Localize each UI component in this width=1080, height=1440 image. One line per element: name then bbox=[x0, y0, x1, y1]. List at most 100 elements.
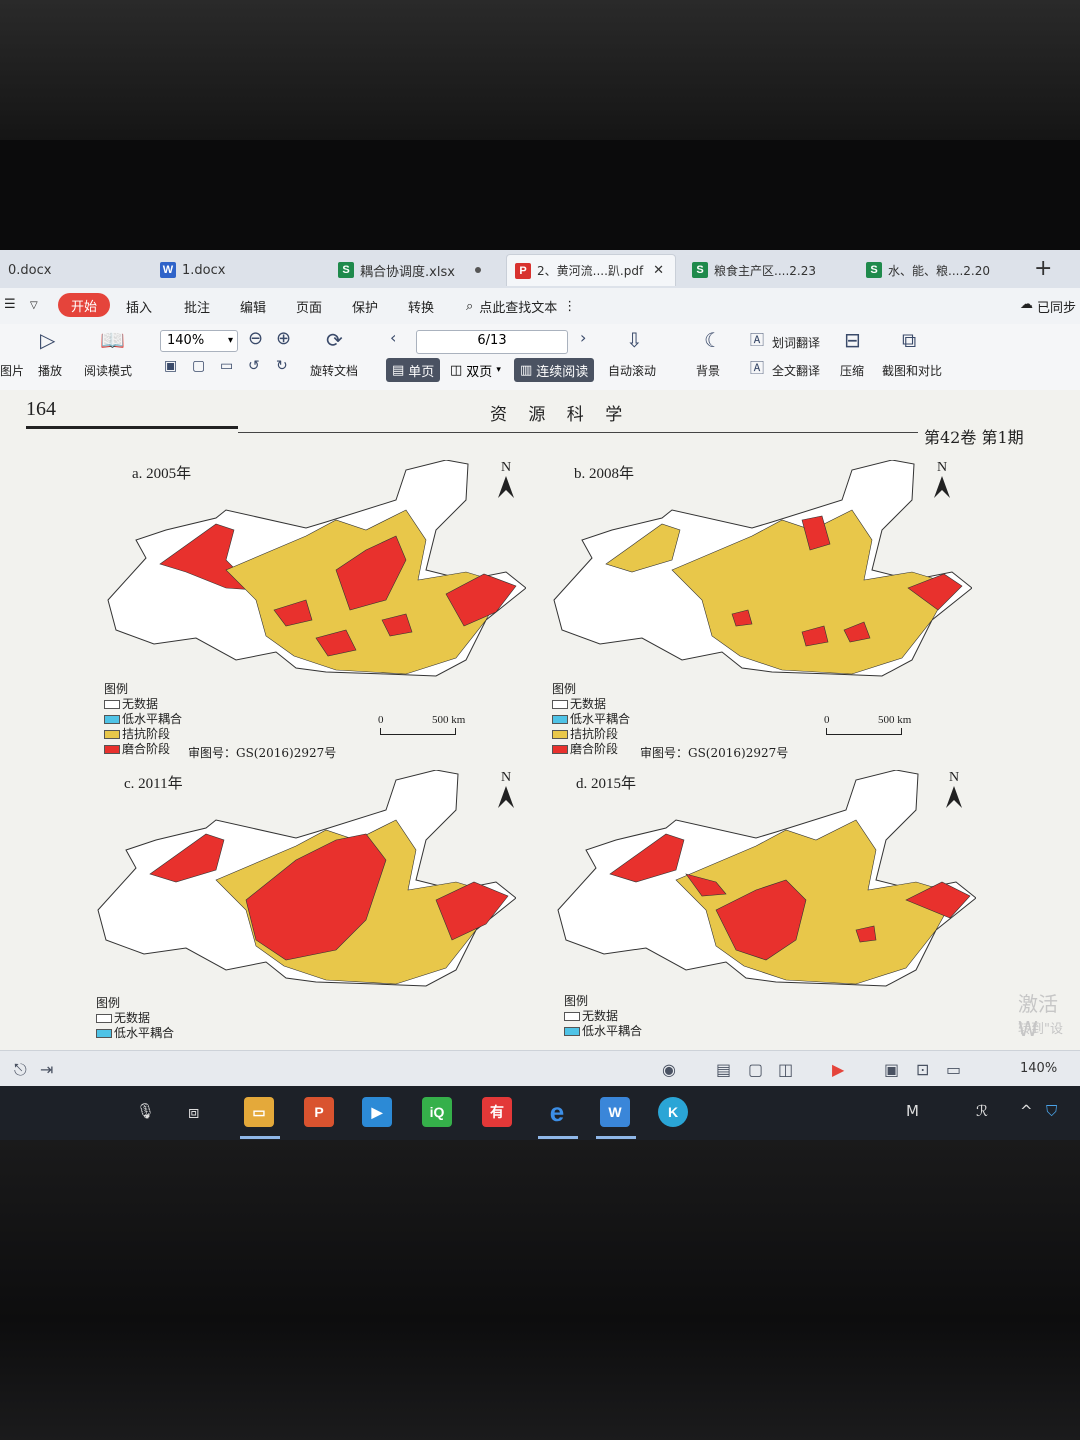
actual-size-icon[interactable]: ▣ bbox=[164, 358, 177, 374]
read-mode-button[interactable]: 阅读模式 bbox=[84, 362, 132, 379]
fit-width-icon[interactable]: ▭ bbox=[220, 358, 233, 374]
search-label: 点此查找文本 bbox=[479, 301, 558, 316]
tab-yellow-river-pdf[interactable]: P 2、黄河流....趴.pdf ✕ bbox=[506, 254, 676, 286]
single-view-icon[interactable]: ▢ bbox=[748, 1060, 763, 1079]
prev-page-icon[interactable]: ‹ bbox=[390, 328, 396, 347]
auto-scroll-button[interactable]: 自动滚动 bbox=[608, 362, 656, 379]
zoom-select[interactable]: 140% ▾ bbox=[160, 330, 238, 352]
double-page-label: 双页 bbox=[466, 364, 493, 380]
play-icon[interactable]: ▶ bbox=[832, 1060, 844, 1079]
full-translate-button[interactable]: 全文翻译 bbox=[772, 362, 820, 379]
more-icon[interactable]: ⋮ bbox=[563, 299, 576, 314]
tab-grain-region[interactable]: S 粮食主产区....2.23 bbox=[684, 254, 844, 286]
tab-0-docx[interactable]: 0.docx bbox=[0, 254, 140, 286]
edge-browser-icon[interactable]: e bbox=[542, 1097, 572, 1127]
chevron-down-icon: ▾ bbox=[227, 335, 233, 346]
double-page-button[interactable]: ◫ 双页 ▾ bbox=[444, 358, 507, 382]
compress-icon[interactable]: ⊟ bbox=[844, 328, 861, 352]
single-page-button[interactable]: ▤ 单页 bbox=[386, 358, 441, 382]
continuous-view-icon[interactable]: ▤ bbox=[716, 1060, 731, 1079]
people-icon[interactable]: ℛ bbox=[976, 1102, 988, 1120]
sync-status[interactable]: ☁ 已同步 bbox=[1020, 297, 1076, 316]
k-app-icon[interactable]: K bbox=[658, 1097, 688, 1127]
eye-protection-icon[interactable]: ◉ bbox=[662, 1060, 676, 1079]
tab-coupling-xlsx[interactable]: S 耦合协调度.xlsx bbox=[330, 254, 500, 286]
chevron-up-icon[interactable]: ^ bbox=[1020, 1102, 1033, 1120]
menu-protect[interactable]: 保护 bbox=[352, 297, 378, 316]
chevron-down-icon[interactable]: ▽ bbox=[30, 300, 38, 311]
status-zoom-level[interactable]: 140% bbox=[1020, 1061, 1057, 1076]
continuous-read-button[interactable]: ▥ 连续阅读 bbox=[514, 358, 595, 382]
fit-page-icon[interactable]: ⊡ bbox=[916, 1060, 929, 1079]
moon-icon[interactable]: ☾ bbox=[704, 328, 722, 352]
tab-label: 0.docx bbox=[8, 262, 52, 278]
menu-convert[interactable]: 转换 bbox=[408, 297, 434, 316]
fit-page-icon[interactable]: ▢ bbox=[192, 358, 205, 374]
tab-label: 2、黄河流....趴.pdf bbox=[537, 264, 644, 278]
wps-office-icon[interactable]: W bbox=[600, 1097, 630, 1127]
zoom-in-icon[interactable]: ⊕ bbox=[276, 328, 291, 349]
menu-page[interactable]: 页面 bbox=[296, 297, 322, 316]
enter-icon[interactable]: ⇥ bbox=[40, 1060, 53, 1079]
book-icon[interactable]: 📖 bbox=[100, 328, 125, 352]
legend-title: 图例 bbox=[552, 682, 577, 696]
double-view-icon[interactable]: ◫ bbox=[778, 1060, 793, 1079]
compress-button[interactable]: 压缩 bbox=[840, 362, 864, 379]
ime-icon[interactable]: M bbox=[906, 1102, 919, 1120]
legend-item-low-coupling: 低水平耦合 bbox=[104, 712, 182, 727]
picture-label[interactable]: 图片 bbox=[0, 362, 24, 379]
microphone-icon[interactable]: 🎙 bbox=[136, 1102, 155, 1120]
single-page-label: 单页 bbox=[408, 364, 435, 380]
translate-all-icon: 🄰 bbox=[750, 361, 764, 377]
menu-insert[interactable]: 插入 bbox=[126, 297, 152, 316]
wps-presentation-icon[interactable]: P bbox=[304, 1097, 334, 1127]
next-page-icon[interactable]: › bbox=[580, 328, 586, 347]
legend-title: 图例 bbox=[104, 682, 129, 696]
cloud-sync-icon: ☁ bbox=[1020, 297, 1033, 312]
media-player-icon[interactable]: ▶ bbox=[362, 1097, 392, 1127]
rotate-document-button[interactable]: 旋转文档 bbox=[310, 362, 358, 379]
exit-icon[interactable]: ⎋ bbox=[14, 1060, 27, 1080]
iqiyi-icon[interactable]: iQ bbox=[422, 1097, 452, 1127]
background-button[interactable]: 背景 bbox=[696, 362, 720, 379]
journal-title: 资 源 科 学 bbox=[490, 405, 631, 425]
legend-label: 磨合阶段 bbox=[122, 742, 171, 756]
legend-label: 无数据 bbox=[114, 1011, 151, 1025]
tab-1-docx[interactable]: W 1.docx bbox=[152, 254, 322, 286]
play-button[interactable]: 播放 bbox=[38, 362, 62, 379]
windows-taskbar: 🎙 ⧈ ▭ P ▶ iQ 有 e W K M ℛ ^ ⛉ bbox=[0, 1086, 1080, 1140]
security-shield-icon[interactable]: ⛉ bbox=[1046, 1102, 1057, 1120]
find-text-search[interactable]: ⌕ 点此查找文本 ⋮ bbox=[466, 297, 576, 316]
document-viewer[interactable]: 164 资 源 科 学 第42卷 第1期 a. 2005年 N 图例 无数据 低… bbox=[0, 390, 1080, 1050]
youdao-icon[interactable]: 有 bbox=[482, 1097, 512, 1127]
menu-file-icon[interactable]: ☰ bbox=[4, 297, 16, 312]
menu-comment[interactable]: 批注 bbox=[184, 297, 210, 316]
legend-label: 拮抗阶段 bbox=[122, 727, 171, 741]
fit-width-icon[interactable]: ▭ bbox=[946, 1060, 961, 1079]
rotate-right-icon[interactable]: ↻ bbox=[276, 358, 288, 374]
sync-label: 已同步 bbox=[1037, 301, 1077, 316]
zoom-out-icon[interactable]: ⊖ bbox=[248, 328, 263, 349]
screenshot-compare-button[interactable]: 截图和对比 bbox=[882, 362, 942, 379]
page-number-input[interactable]: 6/13 bbox=[416, 330, 568, 354]
ambient-background bbox=[0, 0, 1080, 140]
tab-bar: 0.docx W 1.docx S 耦合协调度.xlsx P 2、黄河流....… bbox=[0, 250, 1080, 289]
map-legend: 图例 无数据 低水平耦合 bbox=[564, 994, 642, 1039]
menu-start-button[interactable]: 开始 bbox=[58, 293, 110, 317]
legend-item-low-coupling: 低水平耦合 bbox=[96, 1026, 174, 1041]
file-explorer-icon[interactable]: ▭ bbox=[244, 1097, 274, 1127]
new-tab-plus-icon[interactable]: + bbox=[1034, 256, 1052, 281]
tab-water-energy-grain[interactable]: S 水、能、粮....2.20 bbox=[858, 254, 1018, 286]
legend-label: 无数据 bbox=[122, 697, 159, 711]
auto-scroll-icon[interactable]: ⇩ bbox=[626, 328, 643, 352]
play-icon[interactable]: ▷ bbox=[40, 328, 55, 352]
task-view-icon[interactable]: ⧈ bbox=[188, 1102, 199, 1123]
rotate-left-icon[interactable]: ↺ bbox=[248, 358, 260, 374]
screenshot-icon[interactable]: ⧉ bbox=[902, 328, 916, 352]
legend-swatch bbox=[96, 1029, 112, 1038]
rotate-document-icon[interactable]: ⟳ bbox=[326, 328, 343, 352]
close-icon[interactable]: ✕ bbox=[653, 263, 664, 278]
word-translate-button[interactable]: 划词翻译 bbox=[772, 334, 820, 351]
menu-edit[interactable]: 编辑 bbox=[240, 297, 266, 316]
actual-size-icon[interactable]: ▣ bbox=[884, 1060, 899, 1079]
